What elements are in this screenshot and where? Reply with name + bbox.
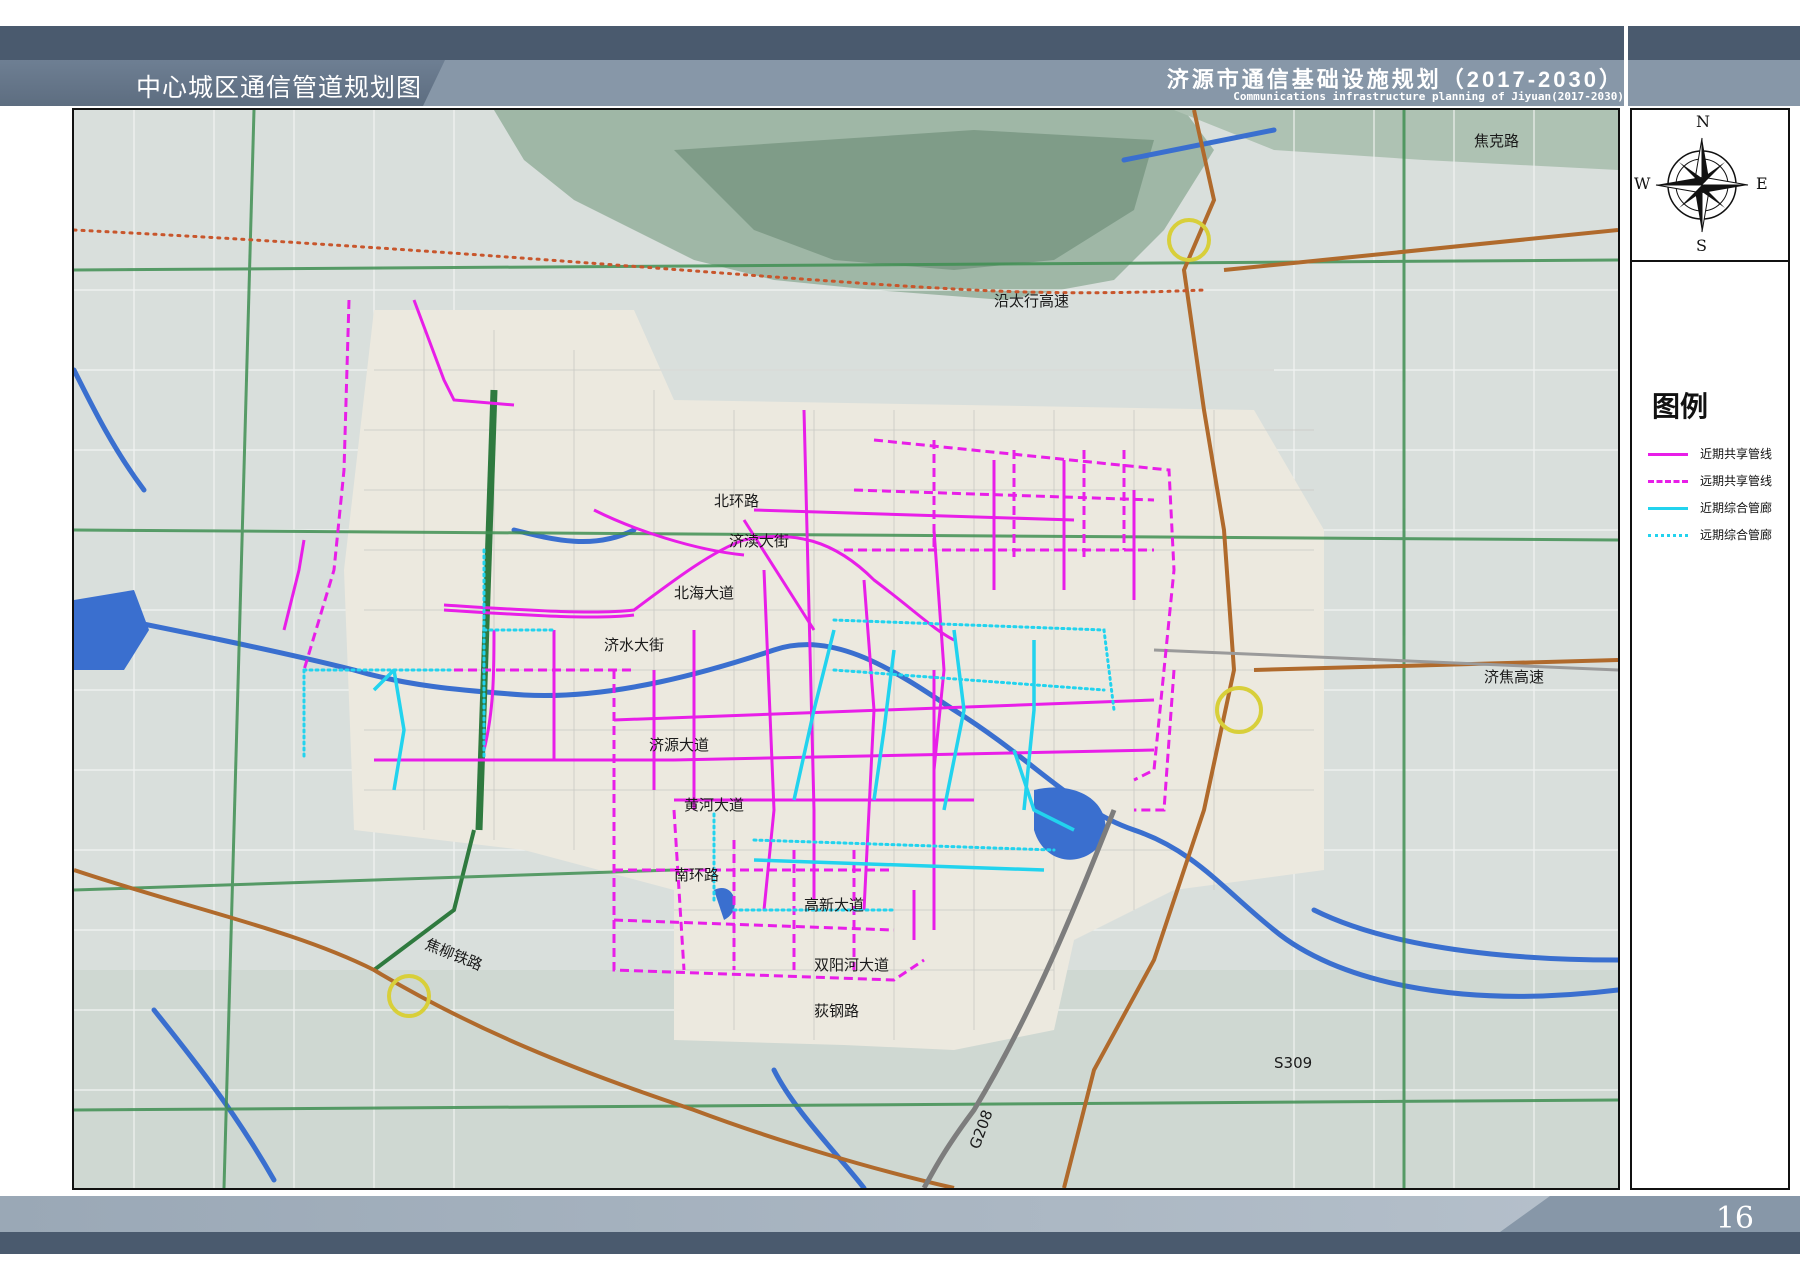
legend-label: 近期共享管线 [1700,447,1773,461]
header-band [0,26,1800,60]
planning-map[interactable]: 沿太行高速 焦克路 济焦高速 北环路 济渎大街 北海大道 济水大街 济源大道 黄… [72,108,1620,1190]
label-jijiao-expressway: 济焦高速 [1484,668,1544,686]
compass-west: W [1634,174,1651,193]
map-canvas: 沿太行高速 焦克路 济焦高速 北环路 济渎大街 北海大道 济水大街 济源大道 黄… [74,110,1618,1188]
label-s309: S309 [1274,1054,1312,1072]
label-yanshan-expressway: 沿太行高速 [994,292,1069,310]
legend-label: 远期综合管廊 [1700,528,1773,542]
label-beihuan-road: 北环路 [714,492,759,510]
label-jiaoke-road: 焦克路 [1474,132,1519,150]
label-beihai-avenue: 北海大道 [674,584,734,602]
label-huoqin-road: 荻钢路 [814,1002,859,1020]
label-jidu-street: 济渎大街 [729,532,789,550]
footer-band-light [0,1196,1550,1232]
label-nanhuan-road: 南环路 [674,866,719,884]
header-divider [1624,26,1628,1206]
legend-swatch [1648,534,1688,537]
legend-swatch [1648,453,1688,456]
legend-swatch [1648,507,1688,510]
plan-subtitle: Communications infrastructure planning o… [1233,90,1624,103]
label-huanghe-avenue: 黄河大道 [684,796,744,814]
page-number: 16 [1715,1201,1754,1236]
legend-label: 近期综合管廊 [1700,501,1773,515]
label-jishui-street: 济水大街 [604,636,664,654]
compass: N S W E [1632,110,1788,262]
compass-south: S [1696,236,1707,255]
footer-band-lower [0,1232,1800,1254]
legend-label: 远期共享管线 [1700,474,1773,488]
compass-north: N [1696,112,1710,131]
legend-title: 图例 [1652,391,1709,422]
label-jiyuan-avenue: 济源大道 [649,736,709,754]
legend-panel: N S W E 图例 近期共享管线 远期共享管线 近期综合管廊 远期综合管廊 [1630,108,1790,1190]
page-title: 中心城区通信管道规划图 [136,74,423,102]
label-shuangyanghe-avenue: 双阳河大道 [814,956,889,974]
label-gaoxin-avenue: 高新大道 [804,896,864,914]
legend-swatch [1648,480,1688,483]
compass-east: E [1756,174,1768,193]
